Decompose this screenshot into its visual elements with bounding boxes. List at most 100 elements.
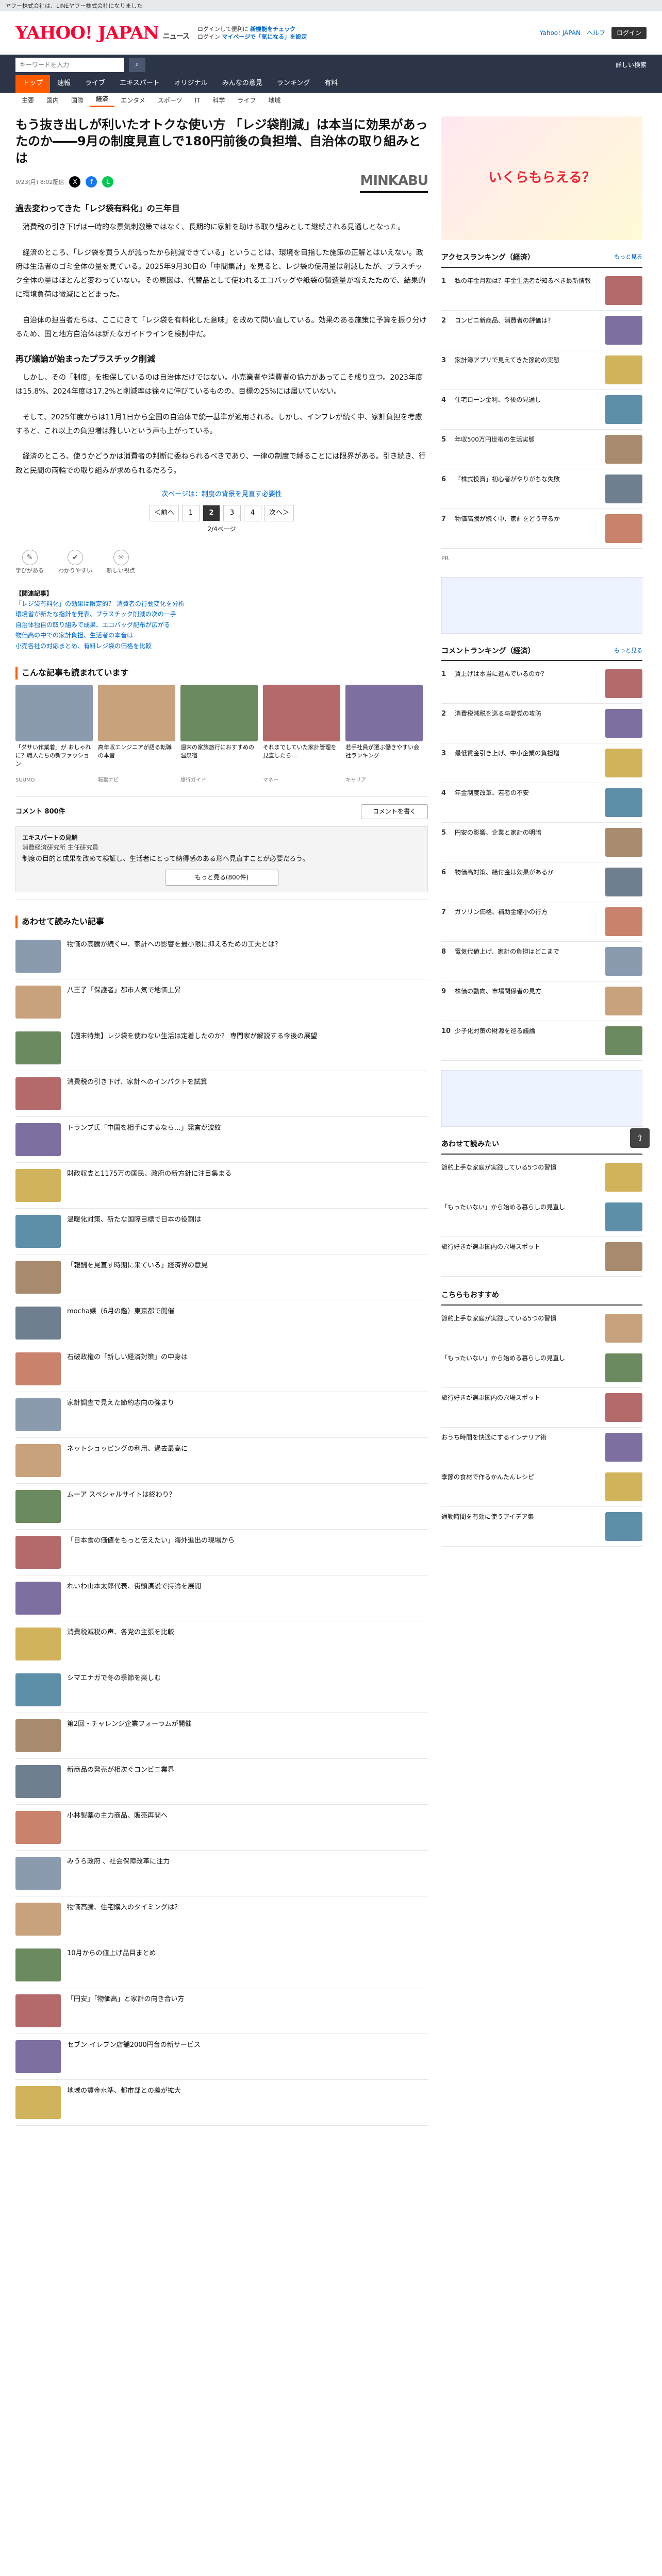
access-more-link[interactable]: もっと見る: [614, 252, 642, 264]
source-logo[interactable]: MINKABU: [360, 171, 428, 194]
category-tab[interactable]: 地域: [262, 96, 287, 106]
related-article[interactable]: 「日本食の価値をもっと伝えたい」海外進出の現場から: [15, 1530, 428, 1575]
login-button[interactable]: ログイン: [611, 26, 647, 40]
ranking-item[interactable]: 2 コンビニ新商品、消費者の評価は？: [441, 311, 642, 350]
ranking-item[interactable]: 8 電気代値上げ、家計の負担はどこまで: [441, 942, 642, 982]
related-article[interactable]: ムーア スペシャルサイトは終わり？: [15, 1484, 428, 1530]
search-icon[interactable]: ⌕: [129, 58, 145, 72]
category-tab[interactable]: エンタメ: [114, 96, 152, 106]
expert-name[interactable]: 消費経済研究所 主任研究員: [22, 843, 421, 853]
sidebar-ad-small[interactable]: [441, 577, 642, 634]
line-share-icon[interactable]: L: [102, 176, 114, 188]
related-article[interactable]: 「報酬を見直す時期に来ている」経済界の意見: [15, 1255, 428, 1300]
rec-item[interactable]: 「もったいない」から始める暮らしの見直し: [441, 1348, 642, 1388]
comment-more-link[interactable]: もっと見る: [614, 646, 642, 657]
nav-tab[interactable]: トップ: [15, 75, 51, 93]
related-article[interactable]: 家計調査で見えた節約志向の強まり: [15, 1392, 428, 1438]
pickup-item[interactable]: 節約上手な家庭が実践している5つの習慣: [441, 1158, 642, 1198]
related-link[interactable]: 小売各社の対応まとめ、有料レジ袋の価格を比較: [15, 641, 428, 651]
page-link[interactable]: 2: [203, 505, 220, 522]
ranking-item[interactable]: 9 株価の動向、市場関係者の見方: [441, 981, 642, 1022]
related-article[interactable]: 地域の賃金水準、都市部との差が拡大: [15, 2080, 428, 2126]
nav-tab[interactable]: ライブ: [78, 75, 112, 93]
facebook-share-icon[interactable]: f: [86, 176, 97, 188]
x-share-icon[interactable]: X: [69, 176, 81, 188]
related-article[interactable]: 物価高騰、住宅購入のタイミングは？: [15, 1896, 428, 1942]
related-article[interactable]: 消費税減税の声、各党の主張を比較: [15, 1621, 428, 1667]
photo-card[interactable]: 高年収エンジニアが語る転職の本音 転職ナビ: [98, 684, 175, 785]
category-tab[interactable]: 国内: [40, 96, 65, 106]
rec-item[interactable]: 旅行好きが選ぶ国内の穴場スポット: [441, 1388, 642, 1428]
related-article[interactable]: ネットショッピングの利用、過去最高に: [15, 1438, 428, 1484]
nav-tab[interactable]: エキスパート: [112, 75, 167, 93]
ranking-item[interactable]: 6 「株式投資」初心者がやりがちな失敗: [441, 469, 642, 509]
related-article[interactable]: 「円安」「物価高」と家計の向き合い方: [15, 1988, 428, 2034]
ranking-item[interactable]: 7 ガソリン価格、補助金縮小の行方: [441, 902, 642, 942]
ranking-item[interactable]: 3 家計簿アプリで見えてきた節約の実態: [441, 350, 642, 390]
related-article[interactable]: 10月からの値上げ品目まとめ: [15, 1942, 428, 1988]
advanced-search-link[interactable]: 詳しい検索: [616, 60, 647, 70]
related-article[interactable]: 【週末特集】レジ袋を使わない生活は定着したのか？ 専門家が解説する今後の展望: [15, 1025, 428, 1071]
page-link[interactable]: 4: [244, 505, 261, 522]
related-article[interactable]: セブン-イレブン店舗2000円台の新サービス: [15, 2034, 428, 2080]
rec-item[interactable]: 節約上手な家庭が実践している5つの習慣: [441, 1309, 642, 1348]
related-article[interactable]: 石破政権の「新しい経済対策」の中身は: [15, 1346, 428, 1392]
photo-card[interactable]: それまでしていた家計管理を見直したら… マネー: [263, 684, 340, 785]
related-article[interactable]: 物価の高騰が続く中、家計への影響を最小限に抑えるための工夫とは？: [15, 934, 428, 979]
top-notice-bar[interactable]: ヤフー株式会社は、LINEヤフー株式会社になりました: [0, 0, 662, 11]
rec-item[interactable]: おうち時間を快適にするインテリア術: [441, 1428, 642, 1467]
related-article[interactable]: シマエナガで冬の季節を楽しむ: [15, 1667, 428, 1713]
category-tab[interactable]: 科学: [206, 96, 231, 106]
sidebar-ad[interactable]: いくらもらえる？: [441, 116, 642, 240]
related-link[interactable]: 物価高の中での家計負担、生活者の本音は: [15, 630, 428, 640]
related-article[interactable]: 温暖化対策、新たな国際目標で日本の役割は: [15, 1209, 428, 1255]
pickup-item[interactable]: 旅行好きが選ぶ国内の穴場スポット: [441, 1237, 642, 1277]
category-tab[interactable]: 国際: [65, 96, 90, 106]
related-link[interactable]: 自治体独自の取り組みで成果、エコバッグ配布が広がる: [15, 620, 428, 630]
photo-card[interactable]: 若手社員が選ぶ働きやすい会社ランキング キャリア: [345, 684, 423, 785]
ranking-item[interactable]: 1 私の年金月額は？年金生活者が知るべき最新情報: [441, 271, 642, 311]
ranking-item[interactable]: 2 消費税減税を巡る与野党の攻防: [441, 704, 642, 744]
related-link[interactable]: 環境省が新たな指針を発表、プラスチック削減の次の一手: [15, 609, 428, 619]
page-link[interactable]: 3: [223, 505, 241, 522]
category-tab[interactable]: ライフ: [231, 96, 262, 106]
ranking-item[interactable]: 1 賃上げは本当に進んでいるのか？: [441, 664, 642, 704]
more-comments-button[interactable]: もっと見る(800件): [165, 870, 278, 886]
category-tab[interactable]: 主要: [15, 96, 40, 106]
related-article[interactable]: 財政収支と1175万の国民、政府の新方針に注目集まる: [15, 1163, 428, 1209]
reaction-button[interactable]: ✎ 学びがある: [15, 549, 44, 575]
related-article[interactable]: みうら政府 、社会保障改革に注力: [15, 1851, 428, 1896]
reaction-button[interactable]: ☼ 新しい視点: [107, 549, 135, 575]
photo-card[interactable]: 週末の家族旅行におすすめの温泉宿 旅行ガイド: [180, 684, 258, 785]
page-link[interactable]: 次へ＞: [264, 505, 294, 522]
related-article[interactable]: 小林製薬の主力商品、販売再開へ: [15, 1805, 428, 1851]
related-article[interactable]: れいわ山本太郎代表、街頭演説で持論を展開: [15, 1575, 428, 1621]
yahoo-japan-link[interactable]: Yahoo! JAPAN: [540, 28, 581, 38]
ranking-item[interactable]: 10 少子化対策の財源を巡る議論: [441, 1021, 642, 1061]
comment-count[interactable]: コメント 800件: [15, 807, 65, 817]
next-page-link[interactable]: 次ページは：制度の背景を見直す必要性: [15, 489, 428, 500]
help-link[interactable]: ヘルプ: [587, 28, 605, 38]
ranking-item[interactable]: 3 最低賃金引き上げ、中小企業の負担増: [441, 743, 642, 784]
related-article[interactable]: 第2回・チャレンジ企業フォーラムが開催: [15, 1713, 428, 1759]
category-tab[interactable]: IT: [188, 96, 206, 106]
nav-tab[interactable]: オリジナル: [167, 75, 215, 93]
related-article[interactable]: トランプ氏「中国を相手にするなら…」発言が波紋: [15, 1117, 428, 1163]
nav-tab[interactable]: 有料: [317, 75, 345, 93]
related-article[interactable]: mocha嬢（6月の鑑）東京都で開催: [15, 1300, 428, 1346]
sidebar-ad-small-2[interactable]: [441, 1070, 642, 1127]
page-link[interactable]: ＜前へ: [149, 505, 179, 522]
related-link[interactable]: 「レジ袋有料化」の効果は限定的？ 消費者の行動変化を分析: [15, 599, 428, 609]
related-article[interactable]: 八王子「保護者」都市人気で地価上昇: [15, 979, 428, 1025]
rec-item[interactable]: 季節の食材で作るかんたんレシピ: [441, 1467, 642, 1507]
ranking-item[interactable]: 4 年金制度改革、若者の不安: [441, 783, 642, 823]
ranking-item[interactable]: 6 物価高対策、給付金は効果があるか: [441, 862, 642, 903]
scroll-top-button[interactable]: ⇧: [630, 1128, 650, 1148]
category-tab[interactable]: スポーツ: [152, 96, 189, 106]
nav-tab[interactable]: ランキング: [270, 75, 318, 93]
reaction-button[interactable]: ✔ わかりやすい: [58, 549, 92, 575]
rec-item[interactable]: 通勤時間を有効に使うアイデア集: [441, 1507, 642, 1547]
search-input[interactable]: [15, 58, 124, 72]
ranking-item[interactable]: 5 円安の影響、企業と家計の明暗: [441, 823, 642, 863]
related-article[interactable]: 新商品の発売が相次ぐコンビニ業界: [15, 1759, 428, 1805]
